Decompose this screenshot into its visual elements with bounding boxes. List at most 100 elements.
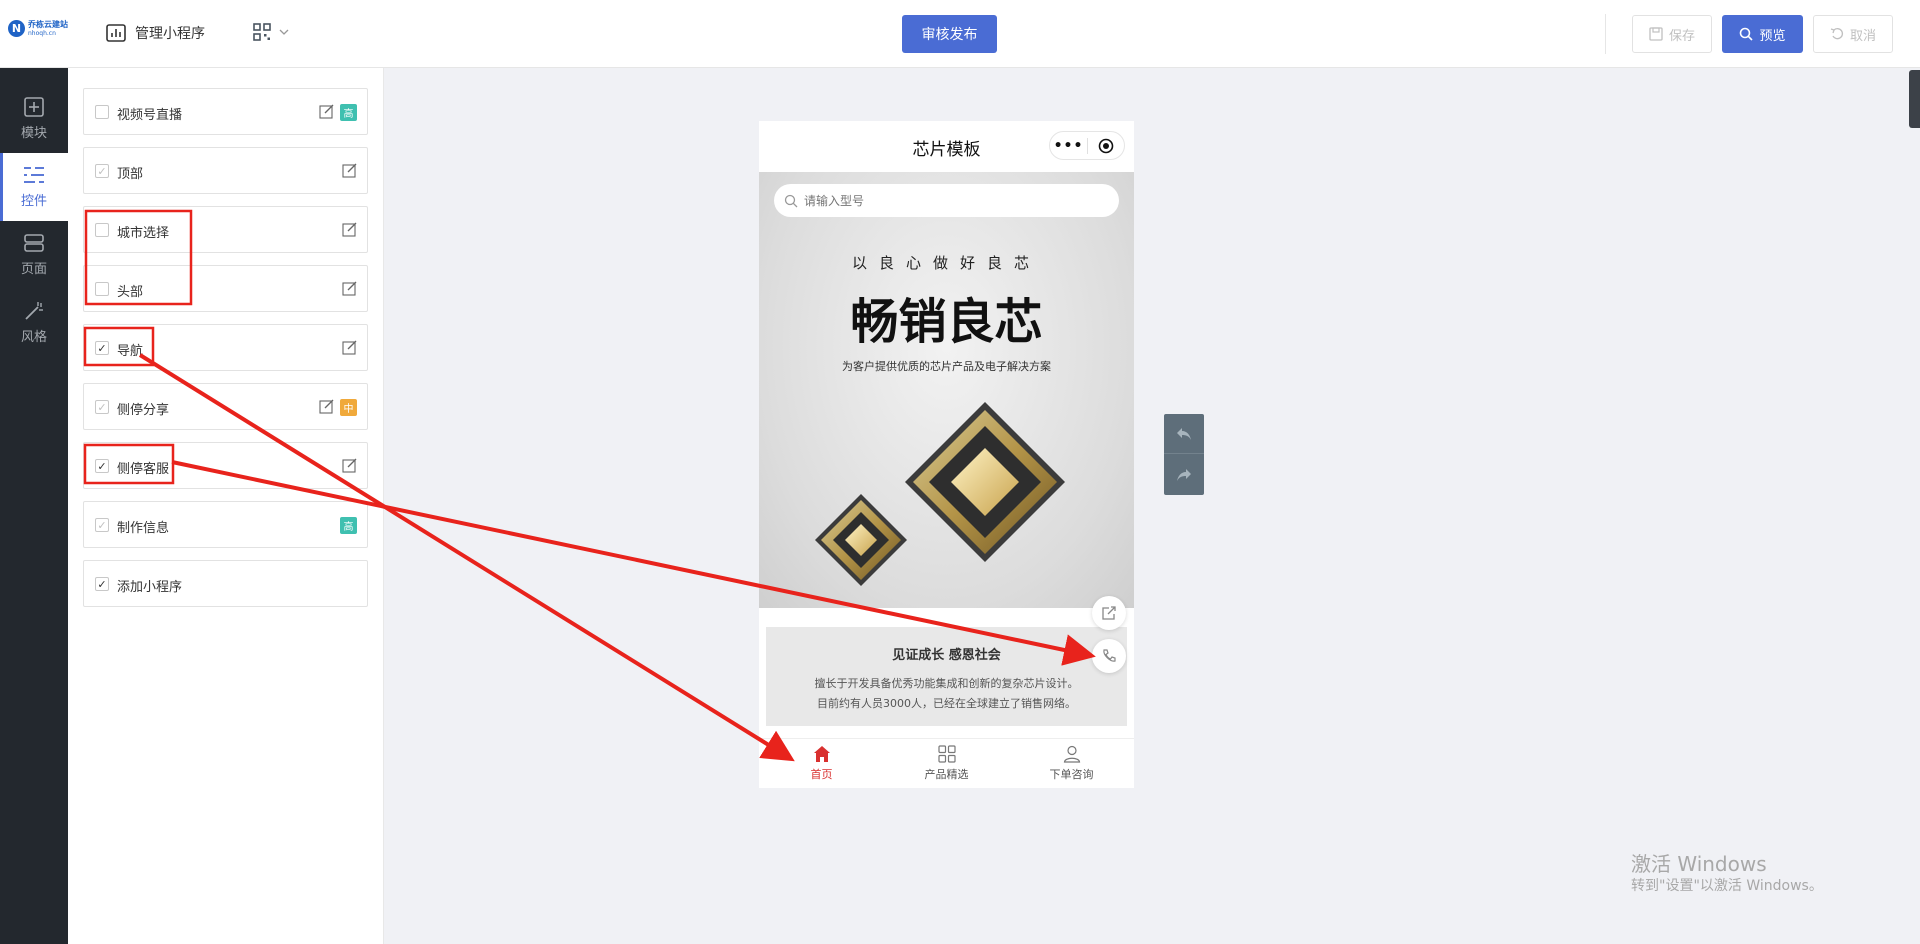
save-button[interactable]: 保存 [1632, 15, 1712, 53]
control-item: 头部 [83, 265, 368, 312]
preview-label: 预览 [1759, 28, 1786, 44]
search-icon [784, 194, 798, 207]
user-icon [1063, 745, 1080, 763]
about-line-2: 目前约有人员3000人，已经在全球建立了销售网络。 [817, 697, 1076, 710]
side-meter-widget[interactable] [1909, 70, 1920, 128]
manage-miniprogram-button[interactable]: 管理小程序 [106, 23, 205, 43]
control-item: 侧停分享 中 [83, 383, 368, 430]
bottom-tab-bar: 首页 产品精选 下单咨询 [759, 738, 1134, 788]
slogan-headline: 畅销良芯 [850, 294, 1043, 350]
chevron-down-icon [279, 29, 289, 35]
publish-button[interactable]: 审核发布 [902, 15, 997, 53]
control-item: 添加小程序 [83, 560, 368, 607]
more-dots-icon[interactable]: ••• [1050, 138, 1087, 154]
search-bar[interactable] [774, 184, 1119, 217]
nav-label: 页面 [20, 262, 47, 277]
control-label: 侧停客服 [117, 462, 170, 477]
preview-button[interactable]: 预览 [1722, 15, 1803, 53]
top-bar: N 乔栋云建站 nhoqh.cn 管理小程序 审核发布 保存 预览 取消 [0, 0, 1920, 68]
qrcode-icon [253, 23, 271, 41]
close-target-icon[interactable] [1088, 138, 1124, 154]
edit-icon[interactable] [319, 104, 334, 119]
windows-watermark-hint: 转到"设置"以激活 Windows。 [1631, 878, 1823, 894]
controls-panel: 视频号直播 高 顶部 城市选择 头部 导航 侧停分享 中 侧停客服 [68, 68, 384, 944]
phone-icon [1103, 649, 1116, 662]
nav-item-pages[interactable]: 页面 [0, 221, 68, 289]
control-checkbox[interactable] [95, 400, 109, 414]
tab-products[interactable]: 产品精选 [884, 739, 1009, 788]
control-label: 侧停分享 [117, 403, 170, 418]
tab-label: 下单咨询 [1049, 768, 1094, 781]
tab-consult[interactable]: 下单咨询 [1009, 739, 1134, 788]
control-checkbox[interactable] [95, 459, 109, 473]
tab-home[interactable]: 首页 [759, 739, 884, 788]
about-line-1: 擅长于开发具备优秀功能集成和创新的复杂芯片设计。 [814, 677, 1079, 690]
search-icon [1740, 27, 1754, 41]
cancel-button[interactable]: 取消 [1813, 15, 1893, 53]
grid-icon [937, 745, 956, 763]
control-item: 视频号直播 高 [83, 88, 368, 135]
control-checkbox[interactable] [95, 223, 109, 237]
control-checkbox[interactable] [95, 164, 109, 178]
capsule-menu[interactable]: ••• [1049, 131, 1125, 160]
nav-label: 风格 [20, 330, 47, 345]
level-badge: 高 [340, 104, 357, 121]
magic-wand-icon [25, 302, 43, 320]
logo-mark-icon: N [8, 20, 25, 37]
control-item: 侧停客服 [83, 442, 368, 489]
control-item: 制作信息 高 [83, 501, 368, 548]
pages-icon [24, 234, 44, 252]
nav-label: 模块 [20, 126, 47, 141]
control-label: 导航 [117, 344, 144, 359]
nav-item-modules[interactable]: 模块 [0, 85, 68, 153]
cancel-label: 取消 [1849, 28, 1876, 44]
control-label: 添加小程序 [117, 580, 183, 595]
edit-icon[interactable] [342, 163, 357, 178]
slogan-small: 以良心做好良芯 [851, 254, 1041, 272]
phone-preview: 芯片模板 ••• 以良心做好良芯 畅销良芯 为客户提供优质的芯片产品及电子解决方… [759, 121, 1134, 788]
toolbar-divider [1605, 14, 1606, 54]
control-checkbox[interactable] [95, 105, 109, 119]
save-label: 保存 [1668, 28, 1695, 44]
control-item: 顶部 [83, 147, 368, 194]
edit-icon[interactable] [319, 399, 334, 414]
redo-arrow-icon [1177, 469, 1191, 481]
control-label: 头部 [117, 285, 144, 300]
about-title: 见证成长 感恩社会 [892, 648, 1001, 663]
nav-label: 控件 [20, 194, 47, 209]
level-badge: 高 [340, 517, 357, 534]
search-input[interactable] [804, 193, 1084, 208]
control-checkbox[interactable] [95, 577, 109, 591]
redo-button[interactable] [1164, 455, 1204, 495]
logo-domain: nhoqh.cn [28, 29, 56, 37]
control-checkbox[interactable] [95, 282, 109, 296]
control-label: 视频号直播 [117, 108, 183, 123]
about-section: 见证成长 感恩社会 擅长于开发具备优秀功能集成和创新的复杂芯片设计。 目前约有人… [766, 627, 1127, 726]
edit-icon[interactable] [342, 222, 357, 237]
edit-icon[interactable] [342, 340, 357, 355]
edit-icon[interactable] [342, 458, 357, 473]
control-checkbox[interactable] [95, 341, 109, 355]
control-label: 制作信息 [117, 521, 170, 536]
side-service-button[interactable] [1092, 639, 1126, 673]
undo-arrow-icon [1177, 427, 1191, 440]
qrcode-dropdown[interactable] [253, 23, 289, 41]
hero-banner: 以良心做好良芯 畅销良芯 为客户提供优质的芯片产品及电子解决方案 [759, 172, 1134, 608]
control-checkbox[interactable] [95, 518, 109, 532]
tab-label: 首页 [810, 768, 833, 781]
controls-icon [24, 167, 44, 183]
plus-square-icon [24, 97, 44, 117]
manage-label: 管理小程序 [135, 26, 205, 42]
left-nav: 模块 控件 页面 风格 [0, 68, 68, 944]
history-panel [1164, 414, 1204, 495]
nav-item-controls[interactable]: 控件 [0, 153, 68, 221]
undo-button[interactable] [1164, 414, 1204, 454]
nav-item-style[interactable]: 风格 [0, 289, 68, 357]
undo-icon [1830, 28, 1843, 40]
tab-label: 产品精选 [924, 768, 969, 781]
edit-icon[interactable] [342, 281, 357, 296]
side-share-button[interactable] [1092, 596, 1126, 630]
logo[interactable]: N 乔栋云建站 nhoqh.cn [8, 20, 68, 37]
windows-watermark-title: 激活 Windows [1631, 852, 1767, 876]
level-badge: 中 [340, 399, 357, 416]
